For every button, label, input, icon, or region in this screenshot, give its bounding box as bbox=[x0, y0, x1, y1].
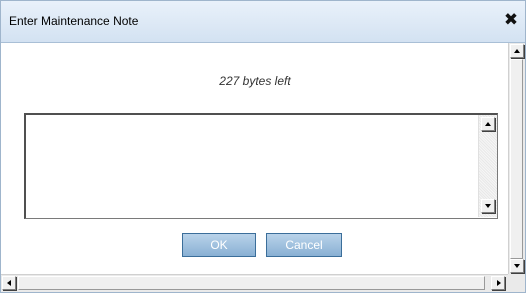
textarea-vertical-scrollbar[interactable] bbox=[478, 115, 497, 217]
vertical-scroll-thumb[interactable] bbox=[510, 59, 523, 259]
cancel-button[interactable]: Cancel bbox=[266, 233, 342, 257]
scroll-down-button[interactable] bbox=[510, 259, 524, 273]
dialog-title: Enter Maintenance Note bbox=[9, 14, 139, 28]
scroll-up-button[interactable] bbox=[510, 44, 524, 58]
horizontal-scroll-thumb[interactable] bbox=[18, 276, 485, 290]
scroll-right-button[interactable] bbox=[491, 276, 505, 290]
dialog-titlebar[interactable]: Enter Maintenance Note ✖ bbox=[1, 1, 525, 43]
arrow-down-icon bbox=[485, 204, 491, 208]
scroll-left-button[interactable] bbox=[2, 276, 16, 290]
dialog-button-row: OK Cancel bbox=[1, 233, 509, 257]
dialog-content: 227 bytes left OK Cancel bbox=[1, 43, 509, 275]
arrow-up-icon bbox=[514, 49, 520, 53]
arrow-right-icon bbox=[497, 280, 501, 286]
textarea-scroll-down-button[interactable] bbox=[481, 199, 495, 213]
textarea-scroll-up-button[interactable] bbox=[481, 117, 495, 131]
dialog-vertical-scrollbar[interactable] bbox=[508, 43, 525, 275]
arrow-down-icon bbox=[514, 264, 520, 268]
ok-button[interactable]: OK bbox=[182, 233, 256, 257]
arrow-up-icon bbox=[485, 122, 491, 126]
maintenance-note-dialog: Enter Maintenance Note ✖ 227 bytes left … bbox=[0, 0, 526, 293]
note-textarea-frame bbox=[24, 113, 498, 219]
maintenance-note-input[interactable] bbox=[26, 115, 478, 217]
bytes-left-counter: 227 bytes left bbox=[219, 74, 291, 88]
arrow-left-icon bbox=[7, 280, 11, 286]
dialog-horizontal-scrollbar[interactable] bbox=[1, 274, 509, 292]
close-icon[interactable]: ✖ bbox=[503, 11, 519, 29]
scrollbar-corner bbox=[508, 274, 525, 292]
